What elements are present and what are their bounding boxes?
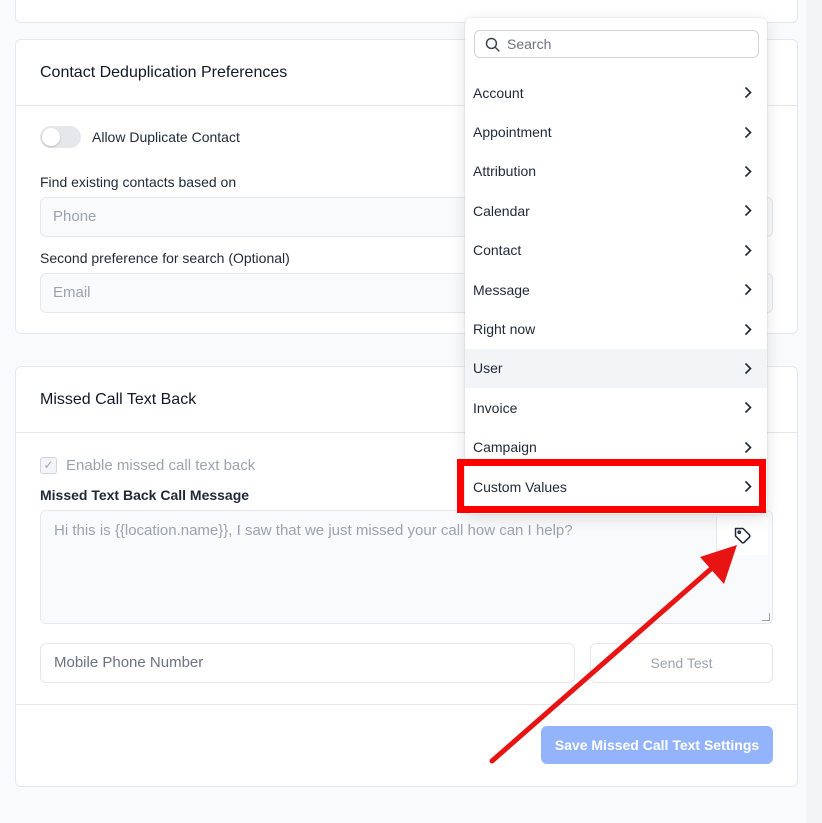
dropdown-search-input[interactable]: Search [474, 30, 759, 58]
allow-duplicate-toggle[interactable] [40, 126, 81, 148]
chevron-right-icon [743, 322, 753, 336]
menu-item-attribution[interactable]: Attribution [465, 152, 767, 191]
missed-call-message-textarea[interactable]: Hi this is {{location.name}}, I saw that… [40, 510, 773, 624]
menu-item-label: Attribution [473, 163, 537, 180]
chevron-right-icon [743, 361, 753, 375]
menu-item-appointment[interactable]: Appointment [465, 112, 767, 151]
enable-missed-call-checkbox[interactable]: ✓ [40, 457, 57, 474]
menu-item-label: Invoice [473, 399, 518, 416]
search-icon [485, 37, 500, 52]
chevron-right-icon [743, 164, 753, 178]
custom-values-dropdown: Search Account Appointment Attribution C… [465, 18, 767, 514]
menu-item-label: Account [473, 84, 524, 101]
menu-item-user[interactable]: User [465, 348, 767, 389]
menu-item-invoice[interactable]: Invoice [465, 388, 767, 427]
menu-item-right-now[interactable]: Right now [465, 309, 767, 348]
chevron-right-icon [743, 125, 753, 139]
find-contacts-label: Find existing contacts based on [40, 174, 237, 190]
menu-item-account[interactable]: Account [465, 73, 767, 112]
card-footer-divider [16, 704, 797, 705]
menu-item-label: Message [473, 281, 530, 298]
menu-item-label: Campaign [473, 439, 537, 456]
menu-item-label: Right now [473, 321, 536, 338]
chevron-right-icon [743, 283, 753, 297]
custom-values-tag-button[interactable] [716, 517, 768, 555]
menu-item-calendar[interactable]: Calendar [465, 191, 767, 230]
menu-item-label: Calendar [473, 202, 530, 219]
menu-item-contact[interactable]: Contact [465, 231, 767, 270]
check-icon: ✓ [43, 458, 54, 472]
chevron-right-icon [743, 204, 753, 218]
dropdown-list: Account Appointment Attribution Calendar… [465, 73, 767, 506]
chevron-right-icon [743, 401, 753, 415]
annotation-highlight-box [457, 459, 766, 513]
allow-duplicate-label: Allow Duplicate Contact [92, 129, 240, 145]
dropdown-search-placeholder: Search [507, 36, 552, 52]
menu-item-label: Appointment [473, 124, 552, 141]
mobile-phone-input[interactable]: Mobile Phone Number [40, 643, 575, 683]
send-test-button[interactable]: Send Test [590, 643, 773, 683]
chevron-right-icon [743, 86, 753, 100]
save-missed-call-button[interactable]: Save Missed Call Text Settings [541, 726, 773, 764]
chevron-right-icon [743, 440, 753, 454]
second-preference-label: Second preference for search (Optional) [40, 250, 290, 266]
menu-item-message[interactable]: Message [465, 270, 767, 309]
resize-handle[interactable] [762, 613, 770, 621]
message-placeholder: Hi this is {{location.name}}, I saw that… [54, 522, 573, 539]
message-label: Missed Text Back Call Message [40, 487, 250, 503]
page-scrollbar[interactable] [806, 0, 822, 823]
tag-icon [734, 527, 751, 544]
enable-missed-call-label: Enable missed call text back [66, 457, 256, 474]
menu-item-label: Contact [473, 242, 522, 259]
menu-item-label: User [473, 360, 503, 377]
chevron-right-icon [743, 243, 753, 257]
